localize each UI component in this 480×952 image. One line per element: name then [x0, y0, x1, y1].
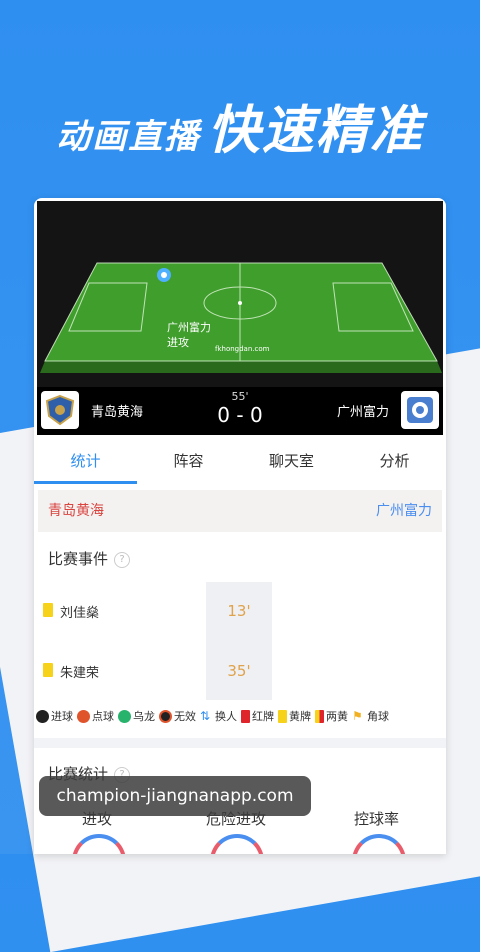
help-icon[interactable]: ? [114, 551, 131, 568]
stat-ring [210, 834, 264, 854]
scorebar: 青岛黄海 55' 0 - 0 广州富力 [37, 387, 443, 435]
event-minute: 35' [227, 662, 251, 680]
pitch-graphic: 广州富力 进攻 fkhongdan.com [37, 201, 443, 387]
legend-label: 进球 [51, 710, 73, 723]
tab-stats[interactable]: 统计 [34, 438, 137, 484]
event-player: 刘佳燊 [60, 606, 100, 621]
legend-item: 点球 [77, 708, 114, 724]
section-divider [34, 738, 446, 748]
tab-bar: 统计 阵容 聊天室 分析 [34, 438, 446, 484]
teamrow-home: 青岛黄海 [48, 503, 104, 519]
away-team-logo [401, 391, 439, 429]
penalty-ball-icon [77, 709, 90, 723]
legend-item: 红牌 [241, 708, 274, 724]
stat-ring [352, 834, 406, 854]
legend-label: 换人 [215, 710, 237, 723]
badge-icon [407, 397, 433, 423]
legend-item: ⇅ 换人 [200, 708, 237, 724]
team-row: 青岛黄海 广州富力 [38, 490, 442, 532]
legend-item: 两黄 [315, 708, 348, 724]
stat-ring [72, 834, 126, 854]
substitution-icon: ⇅ [200, 708, 211, 723]
legend-item: 无效 [159, 708, 196, 724]
legend-label: 无效 [174, 710, 196, 723]
legend-label: 乌龙 [133, 710, 155, 723]
tab-analysis[interactable]: 分析 [343, 438, 446, 484]
promo-headline: 动画直播 快速精准 [0, 88, 480, 163]
site-text: fkhongdan.com [215, 345, 270, 353]
headline-part1: 动画直播 [56, 117, 201, 157]
tab-chatroom[interactable]: 聊天室 [240, 438, 343, 484]
attack-team-text: 广州富力 [167, 320, 211, 334]
event-timeline [206, 582, 272, 700]
yellow-card-icon [43, 603, 53, 617]
legend-label: 角球 [367, 710, 389, 723]
red-card-icon [241, 709, 250, 723]
legend-label: 黄牌 [289, 710, 311, 723]
legend-label: 红牌 [252, 710, 274, 723]
legend-label: 点球 [92, 710, 114, 723]
legend-item: 进球 [36, 708, 73, 724]
corner-flag-icon: ⚑ [352, 708, 363, 723]
soccer-ball-icon [36, 709, 49, 723]
legend-item: 黄牌 [278, 708, 311, 724]
watermark: champion-jiangnanapp.com [39, 776, 311, 816]
teamrow-away: 广州富力 [376, 503, 432, 519]
headline-part2: 快速精准 [207, 101, 424, 161]
own-goal-ball-icon [118, 709, 131, 723]
events-section-title: 比赛事件? [48, 548, 131, 569]
yellow-card-icon [278, 709, 287, 723]
event-player: 朱建荣 [60, 666, 100, 681]
legend-label: 两黄 [326, 710, 348, 723]
match-card: 广州富力 进攻 fkhongdan.com 青岛黄海 55' 0 - 0 广州富… [34, 198, 446, 854]
event-legend: 进球 点球 乌龙 无效 ⇅ 换人 红牌 黄牌 两黄 ⚑ 角球 [36, 708, 446, 724]
second-yellow-icon [315, 709, 324, 723]
tab-lineup[interactable]: 阵容 [137, 438, 240, 484]
away-team-name: 广州富力 [336, 405, 389, 420]
legend-item: 乌龙 [118, 708, 155, 724]
animated-pitch: 广州富力 进攻 fkhongdan.com [37, 201, 443, 387]
yellow-card-icon [43, 663, 53, 677]
invalid-goal-icon [159, 709, 172, 723]
stat-label: 控球率 [354, 810, 400, 828]
events-title-text: 比赛事件 [48, 550, 109, 568]
event-minute: 13' [227, 602, 251, 620]
attack-label-text: 进攻 [167, 335, 189, 349]
legend-item: ⚑ 角球 [352, 708, 389, 724]
